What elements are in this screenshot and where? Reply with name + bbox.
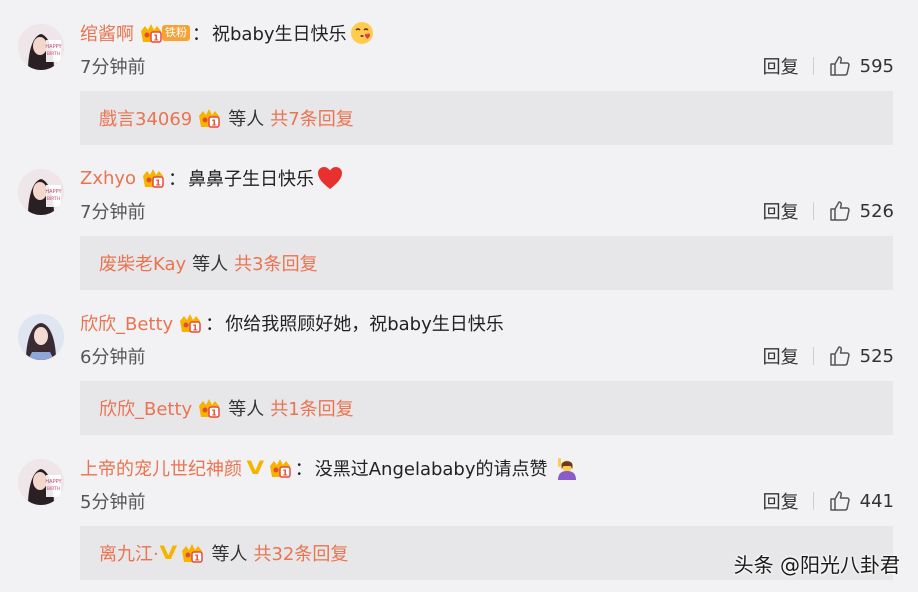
reply-summary[interactable]: 废柴老Kay 等人 共3条回复 — [80, 236, 893, 290]
reply-button[interactable]: 回复 — [763, 343, 799, 369]
reply-count-link[interactable]: 共3条回复 — [234, 250, 317, 276]
thumbs-up-icon — [828, 199, 852, 223]
person-raising-hand-icon — [554, 456, 578, 480]
comment-meta: 7分钟前 回复 526 — [80, 197, 894, 225]
comment-text: 祝baby生日快乐 — [212, 24, 347, 45]
red-heart-icon — [316, 165, 344, 191]
comment-item: 欣欣_Betty ： 你给我照顾好她，祝baby生日快乐 6分钟前 回复 525… — [0, 290, 918, 435]
reply-user-link[interactable]: 戲言34069 — [99, 105, 192, 131]
timestamp: 7分钟前 — [80, 57, 146, 78]
kiss-face-emoji-icon — [349, 20, 375, 46]
reply-user-link[interactable]: 废柴老Kay — [99, 250, 186, 276]
timestamp: 7分钟前 — [80, 202, 146, 223]
reply-others-label: 等人 — [192, 254, 229, 275]
like-button[interactable]: 526 — [828, 199, 894, 223]
like-count: 441 — [859, 490, 894, 512]
fan-badge-icon — [196, 107, 222, 129]
reply-count-link[interactable]: 共1条回复 — [270, 395, 353, 421]
reply-others-label: 等人 — [211, 544, 248, 565]
divider — [812, 202, 814, 220]
comment-list: 绾酱啊 铁粉 ： 祝baby生日快乐 7分钟前 回复 595 戲言34069 等… — [0, 0, 918, 592]
colon: ： — [294, 459, 313, 480]
verified-v-icon: V — [159, 542, 177, 564]
like-count: 595 — [859, 55, 894, 77]
fan-badge-icon — [177, 312, 203, 334]
watermark-text: 头条 @阳光八卦君 — [733, 553, 900, 577]
timestamp: 5分钟前 — [80, 492, 146, 513]
avatar[interactable] — [18, 169, 64, 215]
divider — [812, 57, 814, 75]
fan-badge-icon: 铁粉 — [138, 22, 190, 44]
reply-count-link[interactable]: 共7条回复 — [270, 105, 353, 131]
thumbs-up-icon — [828, 54, 852, 78]
reply-summary[interactable]: 欣欣_Betty 等人 共1条回复 — [80, 381, 893, 435]
colon: ： — [205, 314, 224, 335]
fan-badge-icon — [140, 167, 166, 189]
username-link[interactable]: 上帝的宠儿世纪神颜 — [80, 455, 242, 481]
avatar[interactable] — [18, 314, 64, 360]
avatar[interactable] — [18, 459, 64, 505]
reply-button[interactable]: 回复 — [763, 488, 799, 514]
username-link[interactable]: 欣欣_Betty — [80, 310, 173, 336]
comment-meta: 6分钟前 回复 525 — [80, 342, 894, 370]
comment-text: 鼻鼻子生日快乐 — [188, 169, 315, 190]
reply-count-link[interactable]: 共32条回复 — [253, 540, 348, 566]
comment-header: 绾酱啊 铁粉 ： 祝baby生日快乐 — [80, 18, 375, 48]
username-link[interactable]: Zxhyo — [80, 168, 136, 189]
reply-user-link[interactable]: 离九江· — [99, 540, 159, 566]
avatar[interactable] — [18, 24, 64, 70]
thumbs-up-icon — [828, 344, 852, 368]
comment-header: 上帝的宠儿世纪神颜 V ： 没黑过Angelababy的请点赞 — [80, 453, 578, 483]
fan-badge-icon — [196, 397, 222, 419]
like-button[interactable]: 441 — [828, 489, 894, 513]
thumbs-up-icon — [828, 489, 852, 513]
reply-button[interactable]: 回复 — [763, 198, 799, 224]
reply-user-link[interactable]: 欣欣_Betty — [99, 395, 192, 421]
comment-meta: 7分钟前 回复 595 — [80, 52, 894, 80]
divider — [812, 347, 814, 365]
like-button[interactable]: 525 — [828, 344, 894, 368]
comment-item: 绾酱啊 铁粉 ： 祝baby生日快乐 7分钟前 回复 595 戲言34069 等… — [0, 0, 918, 145]
username-link[interactable]: 绾酱啊 — [80, 20, 134, 46]
reply-summary[interactable]: 戲言34069 等人 共7条回复 — [80, 91, 893, 145]
colon: ： — [168, 169, 187, 190]
reply-others-label: 等人 — [228, 109, 265, 130]
comment-text: 你给我照顾好她，祝baby生日快乐 — [225, 314, 504, 335]
timestamp: 6分钟前 — [80, 347, 146, 368]
comment-header: Zxhyo ： 鼻鼻子生日快乐 — [80, 163, 344, 193]
fan-tag: 铁粉 — [162, 25, 190, 41]
fan-badge-icon — [267, 457, 293, 479]
comment-text: 没黑过Angelababy的请点赞 — [314, 459, 548, 480]
like-count: 526 — [859, 200, 894, 222]
like-count: 525 — [859, 345, 894, 367]
comment-meta: 5分钟前 回复 441 — [80, 487, 894, 515]
divider — [812, 492, 814, 510]
colon: ： — [192, 24, 210, 45]
comment-header: 欣欣_Betty ： 你给我照顾好她，祝baby生日快乐 — [80, 308, 504, 338]
reply-others-label: 等人 — [228, 399, 265, 420]
reply-button[interactable]: 回复 — [763, 53, 799, 79]
fan-badge-icon — [179, 542, 205, 564]
verified-v-icon: V — [246, 457, 265, 479]
comment-item: Zxhyo ： 鼻鼻子生日快乐 7分钟前 回复 526 废柴老Kay 等人 共3… — [0, 145, 918, 290]
like-button[interactable]: 595 — [828, 54, 894, 78]
